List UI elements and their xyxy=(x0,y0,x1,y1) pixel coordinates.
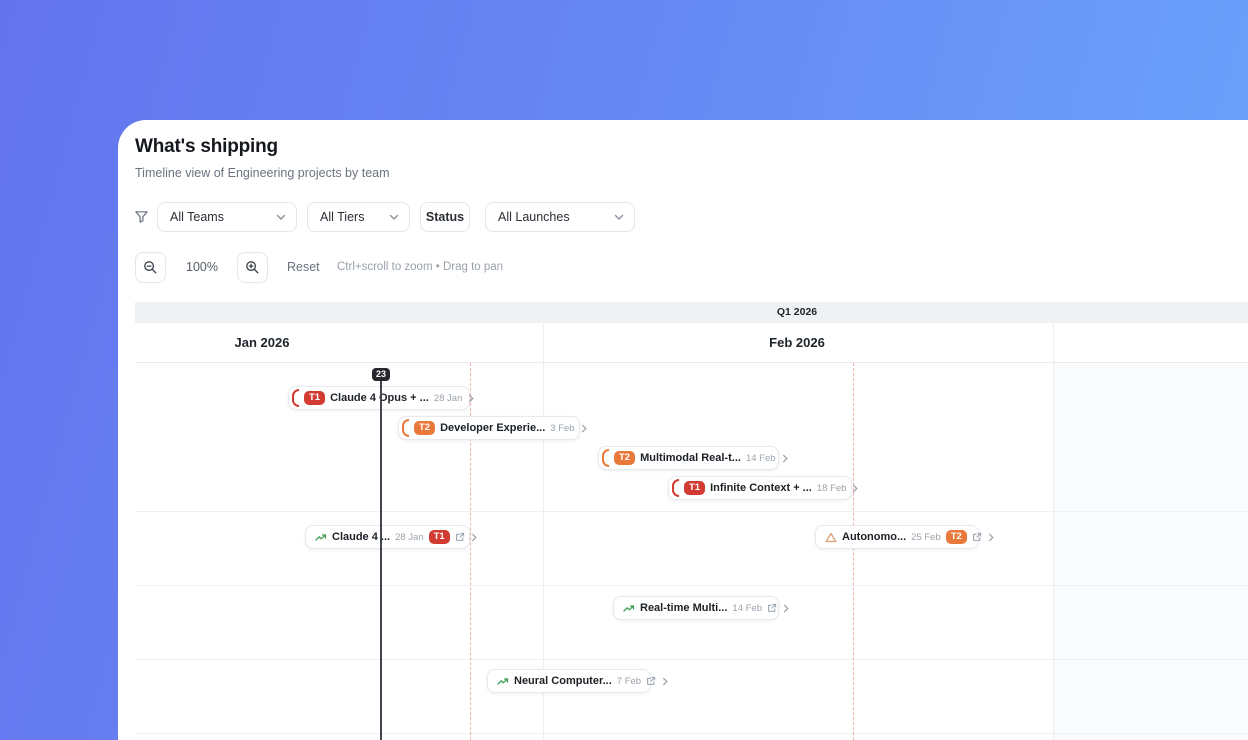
filter-bar: All Teams All Tiers Status All Launches xyxy=(118,202,1248,232)
external-link-icon[interactable] xyxy=(646,676,656,686)
chevron-right-icon[interactable] xyxy=(781,454,789,463)
tier-badge: T2 xyxy=(945,530,967,544)
external-link-icon[interactable] xyxy=(455,532,465,542)
timeline-canvas[interactable]: Q1 2026 Jan 2026 Feb 2026 23 T1 Claude 4… xyxy=(135,302,1248,740)
quarter-label: Q1 2026 xyxy=(776,306,818,318)
tiers-filter-dropdown[interactable]: All Tiers xyxy=(307,202,410,232)
tiers-filter-value: All Tiers xyxy=(320,210,365,224)
month-label-feb: Feb 2026 xyxy=(769,335,825,350)
zoom-in-icon xyxy=(245,260,260,275)
project-title: Infinite Context + ... xyxy=(710,482,812,494)
tier-badge: T2 xyxy=(414,421,436,435)
launch-card[interactable]: Real-time Multi... 14 Feb xyxy=(613,596,789,620)
row-divider xyxy=(135,585,1248,586)
launch-date: 28 Jan xyxy=(395,531,424,543)
quarter-header-bar: Q1 2026 xyxy=(135,302,1248,323)
launch-title: Neural Computer... xyxy=(514,675,612,687)
filter-icon xyxy=(134,209,149,224)
row-divider xyxy=(135,511,1248,512)
teams-filter-dropdown[interactable]: All Teams xyxy=(157,202,297,232)
zoom-in-button[interactable] xyxy=(237,252,268,283)
today-line xyxy=(380,380,382,740)
deadline-dashed-line xyxy=(853,363,854,740)
launch-date: 14 Feb xyxy=(732,602,762,614)
milestone-bracket-icon xyxy=(402,419,409,437)
tier-badge: T1 xyxy=(428,530,450,544)
warning-triangle-icon xyxy=(825,532,837,543)
milestone-bracket-icon xyxy=(672,479,679,497)
launches-filter-dropdown[interactable]: All Launches xyxy=(485,202,635,232)
launch-card[interactable]: Claude 4 ... 28 Jan T1 xyxy=(305,525,477,549)
project-card[interactable]: T2 Multimodal Real-t... 14 Feb xyxy=(598,446,788,470)
today-marker-badge: 23 xyxy=(371,368,391,381)
chevron-right-icon[interactable] xyxy=(467,394,475,403)
external-link-icon[interactable] xyxy=(972,532,982,542)
zoom-out-button[interactable] xyxy=(135,252,166,283)
chevron-right-icon[interactable] xyxy=(851,484,859,493)
teams-filter-value: All Teams xyxy=(170,210,224,224)
project-date: 3 Feb xyxy=(550,422,575,434)
zoom-hint-text: Ctrl+scroll to zoom • Drag to pan xyxy=(337,261,504,273)
tier-badge: T1 xyxy=(684,481,706,495)
project-card[interactable]: T1 Infinite Context + ... 18 Feb xyxy=(668,476,859,500)
launch-title: Real-time Multi... xyxy=(640,602,728,614)
chevron-right-icon[interactable] xyxy=(987,533,995,542)
launch-date: 25 Feb xyxy=(911,531,941,543)
launch-title: Autonomo... xyxy=(842,531,907,543)
page-title: What's shipping xyxy=(135,136,278,157)
launches-filter-value: All Launches xyxy=(498,210,570,224)
chevron-right-icon[interactable] xyxy=(470,533,478,542)
project-date: 28 Jan xyxy=(433,392,463,404)
launch-card[interactable]: Neural Computer... 7 Feb xyxy=(487,669,668,693)
trend-up-icon xyxy=(315,532,327,543)
status-filter-label: Status xyxy=(425,210,465,224)
month-header-row: Jan 2026 Feb 2026 xyxy=(135,323,1248,363)
march-column-tint xyxy=(1053,363,1248,740)
milestone-bracket-icon xyxy=(602,449,609,467)
project-title: Multimodal Real-t... xyxy=(640,452,741,464)
chevron-right-icon[interactable] xyxy=(580,424,588,433)
status-filter-button[interactable]: Status xyxy=(420,202,470,232)
month-label-jan: Jan 2026 xyxy=(234,335,290,350)
tier-badge: T2 xyxy=(614,451,636,465)
project-title: Developer Experie... xyxy=(440,422,546,434)
content-panel: What's shipping Timeline view of Enginee… xyxy=(118,120,1248,740)
project-date: 18 Feb xyxy=(816,482,847,494)
chevron-right-icon[interactable] xyxy=(661,677,669,686)
zoom-toolbar: 100% Reset Ctrl+scroll to zoom • Drag to… xyxy=(118,252,1248,283)
page-subtitle: Timeline view of Engineering projects by… xyxy=(135,166,390,180)
chevron-right-icon[interactable] xyxy=(782,604,790,613)
trend-up-icon xyxy=(623,603,635,614)
external-link-icon[interactable] xyxy=(767,603,777,613)
launch-card[interactable]: Autonomo... 25 Feb T2 xyxy=(815,525,994,549)
project-card[interactable]: T1 Claude 4 Opus + ... 28 Jan xyxy=(288,386,475,410)
launch-date: 7 Feb xyxy=(616,675,642,687)
chevron-down-icon xyxy=(389,214,399,221)
project-date: 14 Feb xyxy=(745,452,776,464)
project-card[interactable]: T2 Developer Experie... 3 Feb xyxy=(398,416,587,440)
milestone-bracket-icon xyxy=(292,389,299,407)
month-divider xyxy=(1053,323,1054,740)
zoom-out-icon xyxy=(143,260,158,275)
trend-up-icon xyxy=(497,676,509,687)
row-divider xyxy=(135,659,1248,660)
chevron-down-icon xyxy=(276,214,286,221)
row-divider xyxy=(135,733,1248,734)
reset-zoom-button[interactable]: Reset xyxy=(287,260,320,274)
tier-badge: T1 xyxy=(304,391,326,405)
chevron-down-icon xyxy=(614,214,624,221)
zoom-level: 100% xyxy=(186,260,218,274)
